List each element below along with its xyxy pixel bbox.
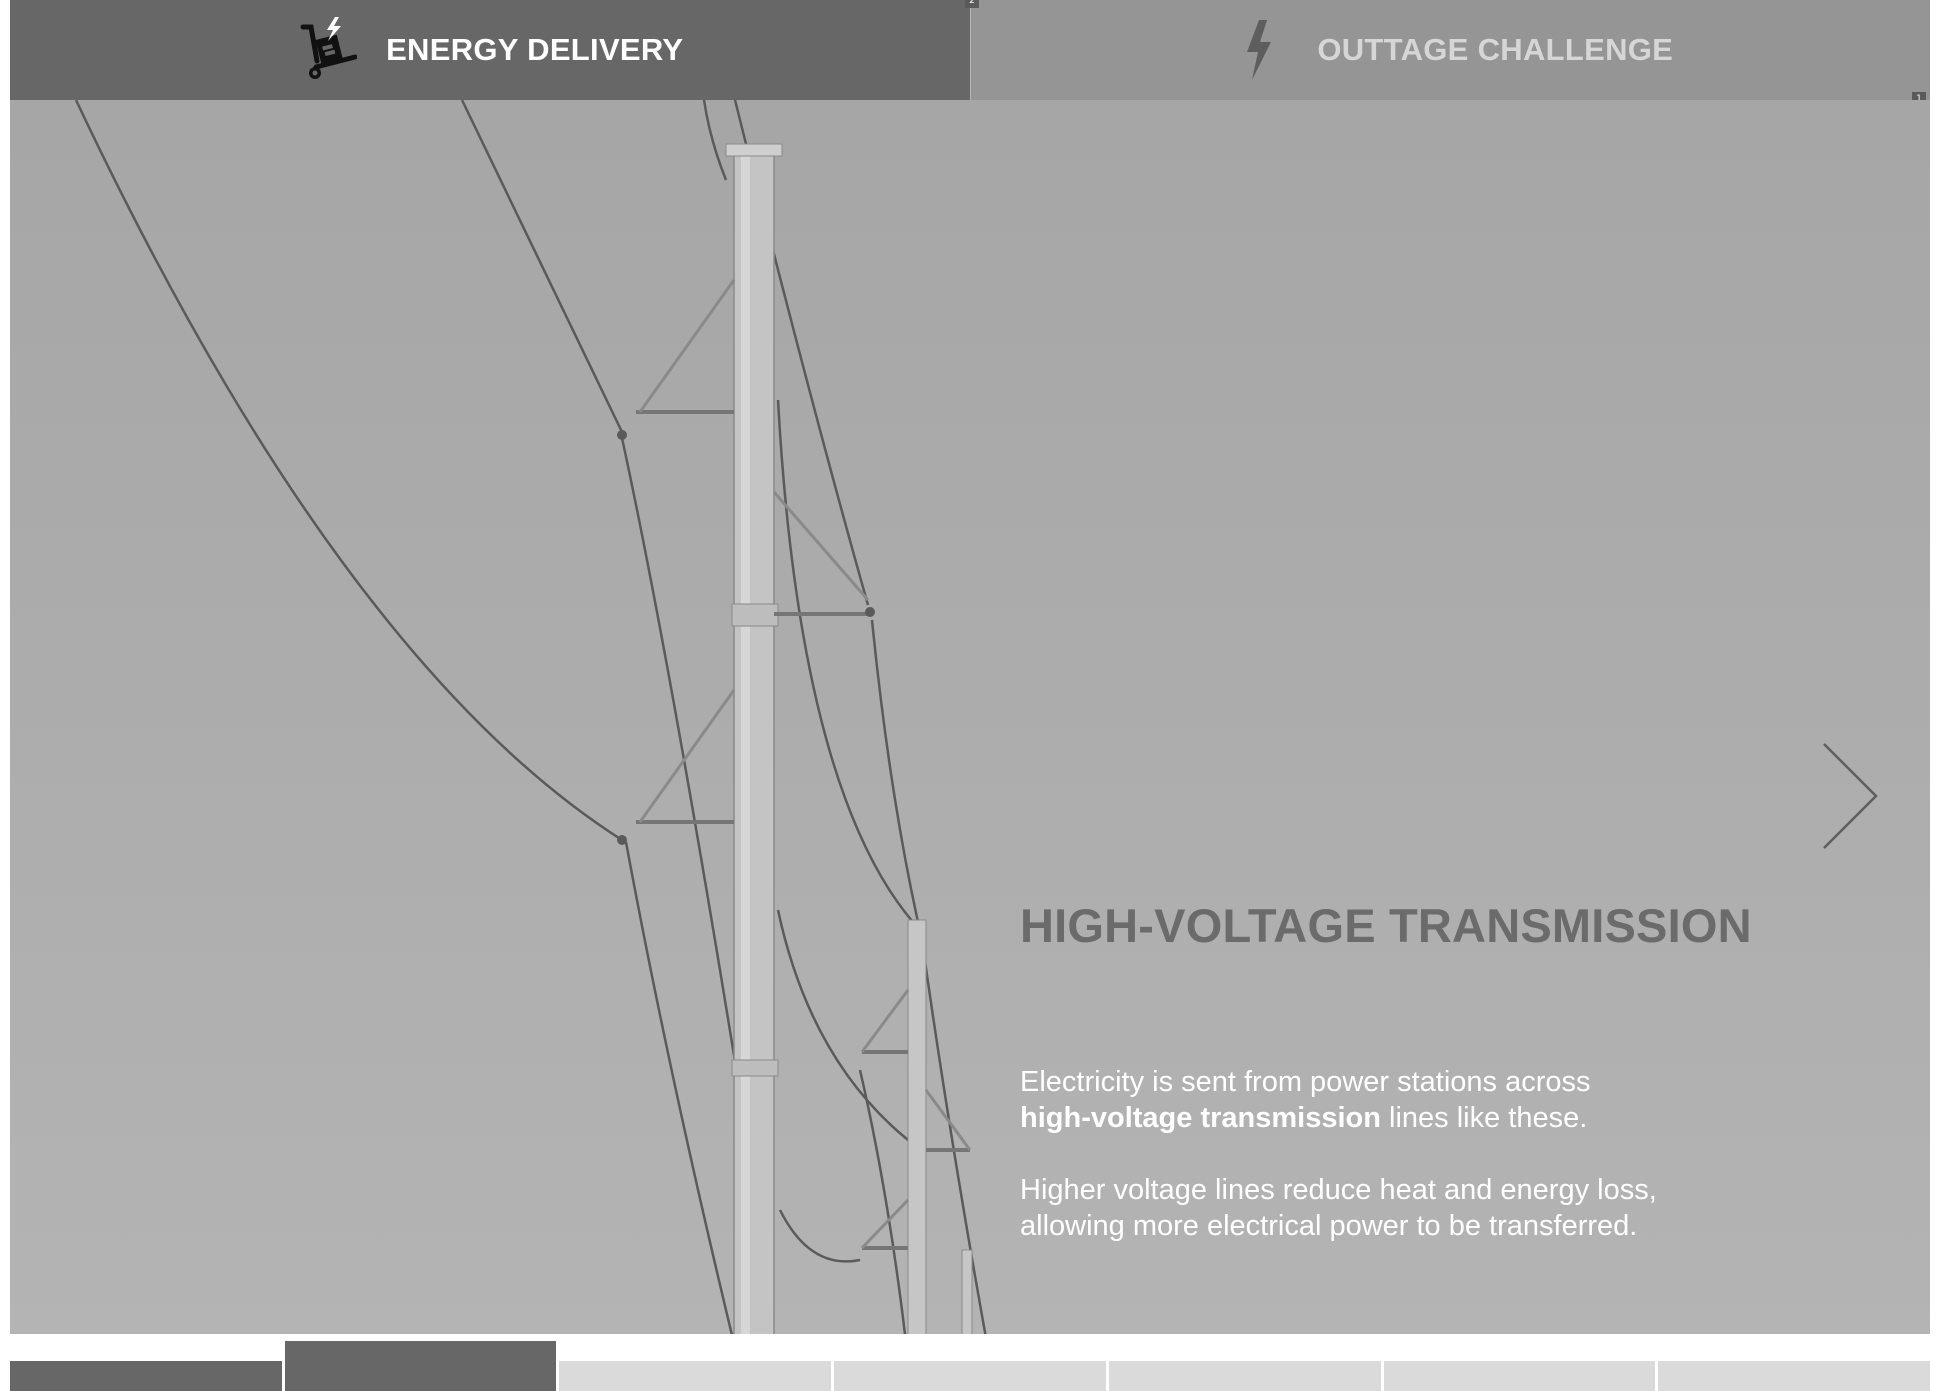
transmission-lines-photo: HIGH-VOLTAGE TRANSMISSION Electricity is…	[10, 100, 1930, 1360]
progress-segment[interactable]	[1108, 1361, 1384, 1391]
progress-segment[interactable]	[559, 1361, 835, 1391]
progress-segment-current[interactable]	[284, 1341, 560, 1391]
progress-segment[interactable]	[834, 1361, 1109, 1391]
slide-title: HIGH-VOLTAGE TRANSMISSION	[1020, 899, 1752, 952]
lightning-bolt-icon	[1227, 18, 1291, 82]
tab-outtage-challenge-label: OUTTAGE CHALLENGE	[1317, 32, 1674, 67]
chevron-right-icon[interactable]	[1818, 740, 1884, 852]
slide-description: Electricity is sent from power stations …	[1020, 1064, 1780, 1280]
slide-paragraph-2: Higher voltage lines reduce heat and ene…	[1020, 1174, 1657, 1242]
hand-truck-lightning-icon	[296, 17, 360, 82]
progress-bar	[10, 1334, 1931, 1391]
tab-outtage-challenge[interactable]: OUTTAGE CHALLENGE	[969, 0, 1930, 100]
progress-segment[interactable]	[1383, 1361, 1659, 1391]
tab-energy-delivery-label: ENERGY DELIVERY	[386, 32, 684, 67]
paragraph-1-text: Electricity is sent from power stations …	[1020, 1066, 1591, 1098]
paragraph-1-text-end: lines like these.	[1380, 1102, 1588, 1134]
progress-segment[interactable]	[1658, 1361, 1931, 1391]
slide-paragraph-1: Electricity is sent from power stations …	[1020, 1064, 1780, 1136]
progress-segment[interactable]	[10, 1361, 285, 1391]
tab-energy-delivery[interactable]: ENERGY DELIVERY	[10, 0, 970, 100]
app-frame: ENERGY DELIVERY OUTTAGE CHALLENGE 2 1 HI…	[10, 0, 1931, 1391]
top-tab-bar: ENERGY DELIVERY OUTTAGE CHALLENGE	[10, 0, 1930, 100]
paragraph-1-bold: high-voltage transmission	[1020, 1102, 1381, 1134]
page-badge-top: 2	[965, 0, 979, 8]
